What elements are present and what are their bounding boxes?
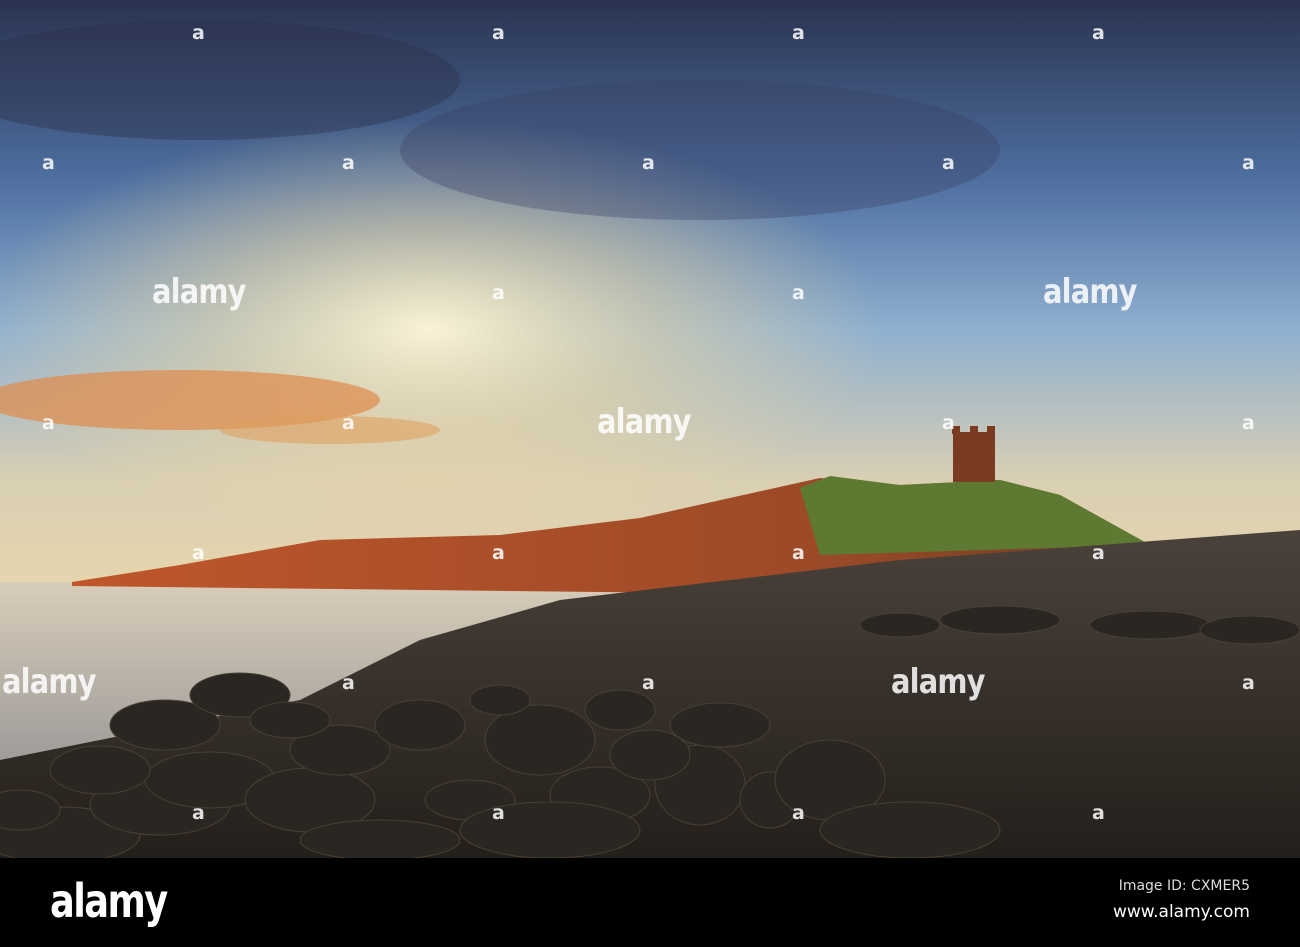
boulder	[859, 612, 941, 638]
watermark-mark: a	[792, 542, 805, 564]
watermark-mark: a	[492, 22, 505, 44]
watermark-mark: a	[192, 542, 205, 564]
watermark-mark: a	[642, 672, 655, 694]
boulder	[1199, 615, 1300, 645]
watermark: alamy	[152, 272, 246, 312]
watermark-mark: a	[342, 152, 355, 174]
boulder	[669, 702, 771, 748]
watermark-mark: a	[1092, 22, 1105, 44]
watermark: alamy	[891, 662, 985, 702]
castle-tower	[952, 426, 995, 482]
stock-photo-page: alamy alamy alamy alamy alamy a a a a a a a a a a…	[0, 0, 1300, 947]
watermark-mark: a	[192, 802, 205, 824]
boulder	[49, 745, 151, 795]
watermark-mark: a	[792, 22, 805, 44]
watermark-mark: a	[42, 412, 55, 434]
watermark: alamy	[1043, 272, 1137, 312]
watermark-mark: a	[492, 542, 505, 564]
watermark-mark: a	[42, 152, 55, 174]
watermark-mark: a	[192, 22, 205, 44]
boulder	[484, 704, 596, 776]
boulder	[939, 605, 1061, 635]
watermark-mark: a	[1242, 152, 1255, 174]
watermark-mark: a	[342, 672, 355, 694]
watermark-mark: a	[1242, 672, 1255, 694]
watermark-mark: a	[1092, 542, 1105, 564]
watermark-mark: a	[792, 802, 805, 824]
watermark: alamy	[2, 662, 96, 702]
alamy-logo[interactable]: alamy	[50, 874, 168, 928]
watermark: alamy	[597, 402, 691, 442]
watermark-mark: a	[942, 412, 955, 434]
watermark-mark: a	[492, 282, 505, 304]
watermark-mark: a	[642, 152, 655, 174]
website-link[interactable]: www.alamy.com	[1113, 902, 1250, 922]
boulder	[469, 684, 531, 716]
watermark-mark: a	[1242, 412, 1255, 434]
footer-bar: alamy Image ID: CXMER5 www.alamy.com	[0, 858, 1300, 947]
boulder	[819, 801, 1001, 858]
watermark-mark: a	[1092, 802, 1105, 824]
watermark-mark: a	[492, 802, 505, 824]
boulder	[584, 689, 656, 731]
image-id: Image ID: CXMER5	[1118, 878, 1250, 894]
boulder	[374, 699, 466, 751]
watermark-mark: a	[792, 282, 805, 304]
watermark-mark: a	[942, 152, 955, 174]
watermark-mark: a	[342, 412, 355, 434]
boulder	[299, 819, 461, 858]
boulder	[249, 701, 331, 739]
boulder	[1089, 610, 1211, 640]
boulder	[459, 801, 641, 858]
